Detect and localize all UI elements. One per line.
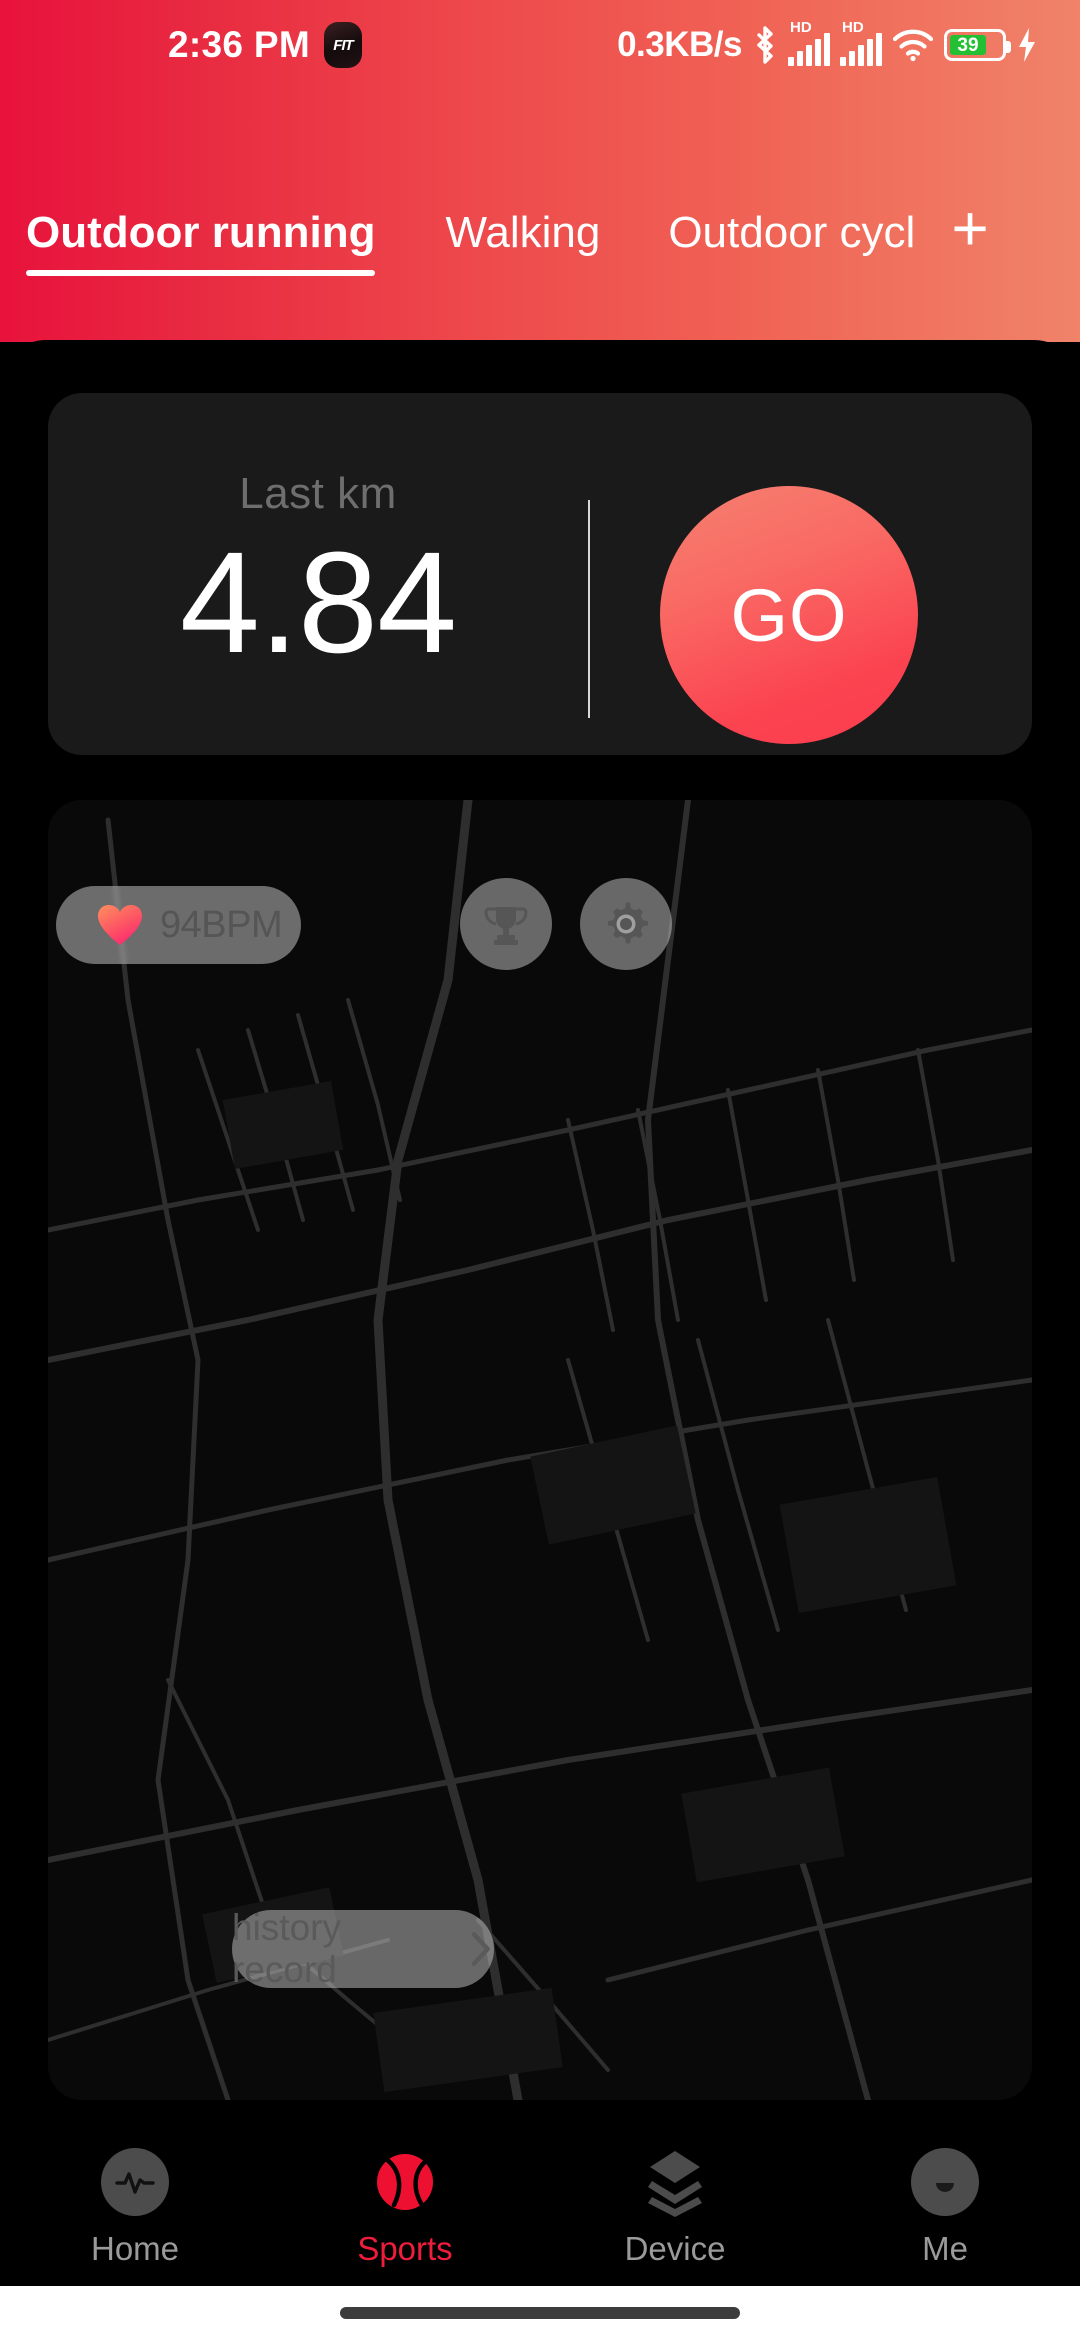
gesture-nav-area (0, 2286, 1080, 2340)
gesture-bar[interactable] (340, 2307, 740, 2319)
tab-active-underline (26, 270, 376, 276)
add-sport-button[interactable]: + (951, 196, 988, 260)
nav-item-sports-label: Sports (357, 2230, 453, 2267)
clock: 2:36 PM (168, 24, 310, 65)
go-button[interactable]: GO (660, 486, 918, 744)
network-speed: 0.3KB/s (617, 25, 742, 64)
nav-item-me[interactable]: Me (810, 2146, 1080, 2268)
heartbeat-icon (99, 2146, 171, 2218)
trophy-icon (484, 907, 528, 945)
nav-item-device-label: Device (624, 2230, 726, 2267)
tab-outdoor-running[interactable]: Outdoor running (26, 208, 376, 276)
last-km-label: Last km (239, 469, 397, 519)
tab-walking[interactable]: Walking (445, 208, 600, 276)
card-divider (588, 500, 590, 718)
nav-item-sports[interactable]: Sports (270, 2146, 540, 2268)
avatar-icon (909, 2146, 981, 2218)
tab-outdoor-running-label: Outdoor running (26, 208, 376, 257)
nav-item-device[interactable]: Device (540, 2146, 810, 2268)
app-header: 2:36 PM FIT 0.3KB/s HD HD 39 Outdoor run… (0, 0, 1080, 342)
bluetooth-icon (757, 26, 773, 64)
sim1-signal-icon: HD (788, 20, 830, 66)
wifi-icon (892, 29, 934, 62)
status-bar-right: 0.3KB/s HD HD 39 (617, 20, 1038, 66)
tab-walking-label: Walking (445, 208, 601, 257)
bottom-navigation: Home Sports Device Me (0, 2128, 1080, 2286)
last-km-stat: Last km 4.84 (48, 393, 588, 755)
map-roads (48, 800, 1032, 2100)
heart-rate-value: 94BPM (160, 903, 283, 946)
sim2-signal-icon: HD (840, 20, 882, 66)
sim2-bars (840, 33, 882, 66)
charging-bolt-icon (1019, 28, 1035, 62)
sports-ball-icon (369, 2146, 441, 2218)
battery-icon: 39 (944, 29, 1011, 61)
gear-icon (607, 902, 649, 944)
nav-item-home[interactable]: Home (0, 2146, 270, 2268)
tab-outdoor-cycling-label: Outdoor cycl (668, 208, 916, 257)
heart-rate-badge[interactable]: 94BPM (56, 886, 301, 964)
sim2-hd-label: HD (842, 19, 864, 36)
sim1-bars (788, 33, 830, 66)
status-bar-left: 2:36 PM FIT (168, 22, 362, 68)
status-bar: 2:36 PM FIT 0.3KB/s HD HD 39 (0, 0, 1080, 90)
history-record-label: history record (232, 1907, 341, 1990)
last-km-value: 4.84 (179, 522, 457, 684)
map-container[interactable]: 94BPM history record (48, 800, 1032, 2100)
layers-icon (639, 2146, 711, 2218)
history-record-button[interactable]: history record (232, 1907, 494, 1990)
chevron-right-icon (472, 1932, 491, 1966)
sport-type-tabs: Outdoor running Walking Outdoor cycl + (0, 196, 1080, 308)
sim1-hd-label: HD (790, 19, 812, 36)
tab-outdoor-cycling[interactable]: Outdoor cycl (668, 208, 915, 276)
heart-icon (96, 903, 144, 947)
nav-item-me-label: Me (922, 2230, 968, 2267)
settings-button[interactable] (580, 878, 672, 970)
fit-app-badge-icon: FIT (323, 22, 362, 68)
achievements-button[interactable] (460, 878, 552, 970)
nav-item-home-label: Home (90, 2230, 180, 2267)
battery-level: 39 (950, 35, 986, 55)
